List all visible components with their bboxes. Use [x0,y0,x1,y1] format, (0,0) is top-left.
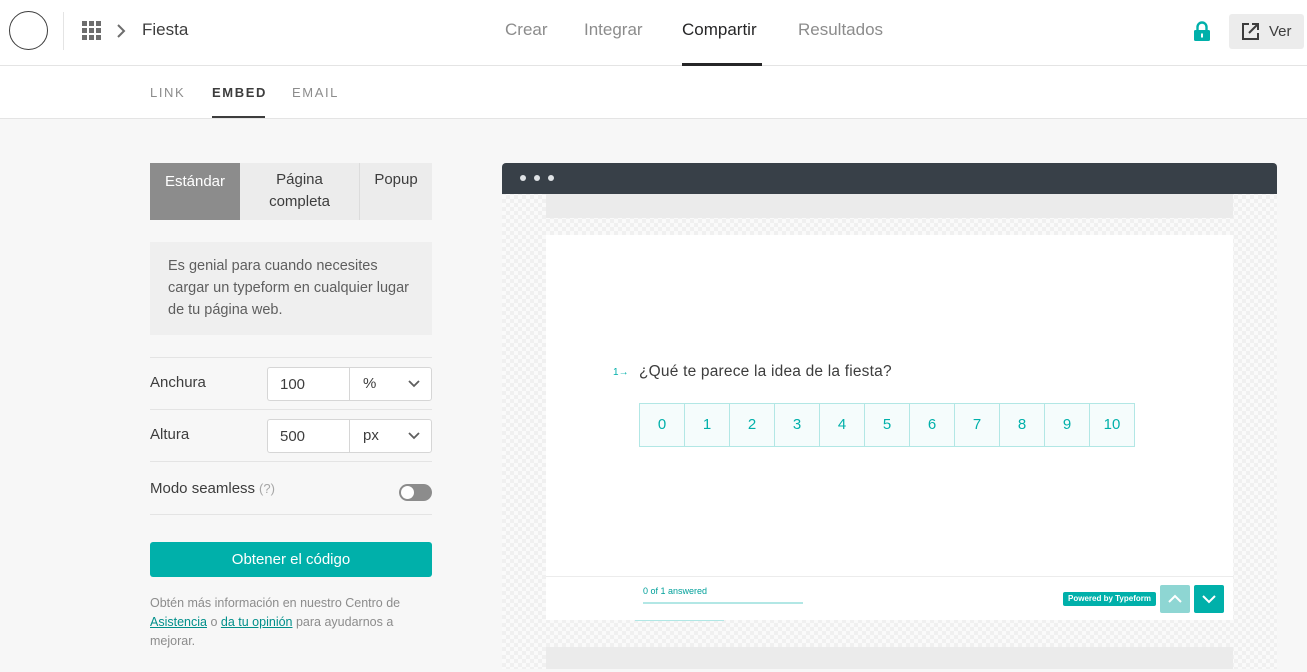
powered-by-badge[interactable]: Powered by Typeform [1063,592,1156,606]
help-text-before: Obtén más información en nuestro Centro … [150,596,401,610]
chevron-down-icon [1202,595,1216,604]
width-input[interactable] [267,367,350,401]
window-dot [520,175,526,181]
help-center-link[interactable]: Asistencia [150,615,207,629]
window-dot [534,175,540,181]
question-number: 1→ [613,367,629,378]
tab-resultados[interactable]: Resultados [798,20,883,40]
scale-option-1[interactable]: 1 [684,403,730,447]
help-text-middle: o [210,615,218,629]
seamless-row: Modo seamless (?) [150,461,432,514]
tab-integrar[interactable]: Integrar [584,20,643,40]
height-input[interactable] [267,419,350,453]
external-link-icon [1242,23,1259,40]
form-footer: 0 of 1 answered Powered by Typeform [546,576,1233,621]
view-button[interactable]: Ver [1229,14,1304,49]
placeholder-block [546,647,1233,669]
subtab-email[interactable]: EMAIL [292,85,339,100]
scale-option-3[interactable]: 3 [774,403,820,447]
embed-mode-selector: Estándar Página completa Popup [150,163,432,220]
subtab-embed[interactable]: EMBED [212,85,267,100]
height-unit-value: px [363,427,379,444]
question-text: ¿Qué te parece la idea de la fiesta? [639,363,892,380]
help-text: Obtén más información en nuestro Centro … [150,594,440,651]
progress-bar [643,602,803,604]
height-label: Altura [150,426,190,443]
window-dot [548,175,554,181]
height-row: Altura px [150,409,432,462]
top-bar: Fiesta Crear Integrar Compartir Resultad… [0,0,1307,66]
logo-circle[interactable] [9,11,48,50]
form-title[interactable]: Fiesta [142,20,188,40]
scale-option-7[interactable]: 7 [954,403,1000,447]
seamless-help[interactable]: (?) [259,481,275,496]
width-unit-value: % [363,375,377,392]
scale-option-9[interactable]: 9 [1044,403,1090,447]
mode-popup[interactable]: Popup [360,163,432,220]
height-unit-select[interactable]: px [349,419,432,453]
view-button-label: Ver [1269,23,1292,40]
progress-text: 0 of 1 answered [643,586,708,596]
placeholder-block [546,194,1233,218]
subtab-link[interactable]: LINK [150,85,185,100]
footer-line [635,620,724,621]
share-subnav: LINK EMBED EMAIL [0,66,1307,119]
seamless-label: Modo seamless [150,480,256,497]
mode-full-page[interactable]: Página completa [240,163,360,220]
seamless-toggle[interactable] [399,484,432,501]
chevron-up-icon [1168,594,1182,603]
settings-divider [150,514,432,515]
tab-compartir[interactable]: Compartir [682,20,757,40]
get-code-button[interactable]: Obtener el código [150,542,432,577]
toggle-knob [401,486,414,499]
width-label: Anchura [150,374,206,391]
apps-grid-icon[interactable] [82,21,101,40]
chevron-down-icon [408,432,420,440]
width-unit-select[interactable]: % [349,367,432,401]
mode-standard[interactable]: Estándar [150,163,240,220]
browser-chrome [502,163,1277,194]
embed-preview: 1→ ¿Qué te parece la idea de la fiesta? … [502,163,1277,669]
feedback-link[interactable]: da tu opinión [221,615,293,629]
header-divider [63,12,64,50]
previous-question-button[interactable] [1160,585,1190,613]
scale-option-8[interactable]: 8 [999,403,1045,447]
scale-option-6[interactable]: 6 [909,403,955,447]
chevron-right-icon [117,24,126,38]
scale-option-5[interactable]: 5 [864,403,910,447]
next-question-button[interactable] [1194,585,1224,613]
chevron-down-icon [408,380,420,388]
scale-option-10[interactable]: 10 [1089,403,1135,447]
active-subtab-indicator [212,116,265,118]
seamless-label-wrap: Modo seamless (?) [150,480,275,497]
width-row: Anchura % [150,357,432,410]
tab-crear[interactable]: Crear [505,20,548,40]
lock-icon[interactable] [1193,21,1211,42]
scale-option-0[interactable]: 0 [639,403,685,447]
opinion-scale: 0 1 2 3 4 5 6 7 8 9 10 [639,403,1135,447]
scale-option-4[interactable]: 4 [819,403,865,447]
mode-description: Es genial para cuando necesites cargar u… [150,242,432,335]
scale-option-2[interactable]: 2 [729,403,775,447]
